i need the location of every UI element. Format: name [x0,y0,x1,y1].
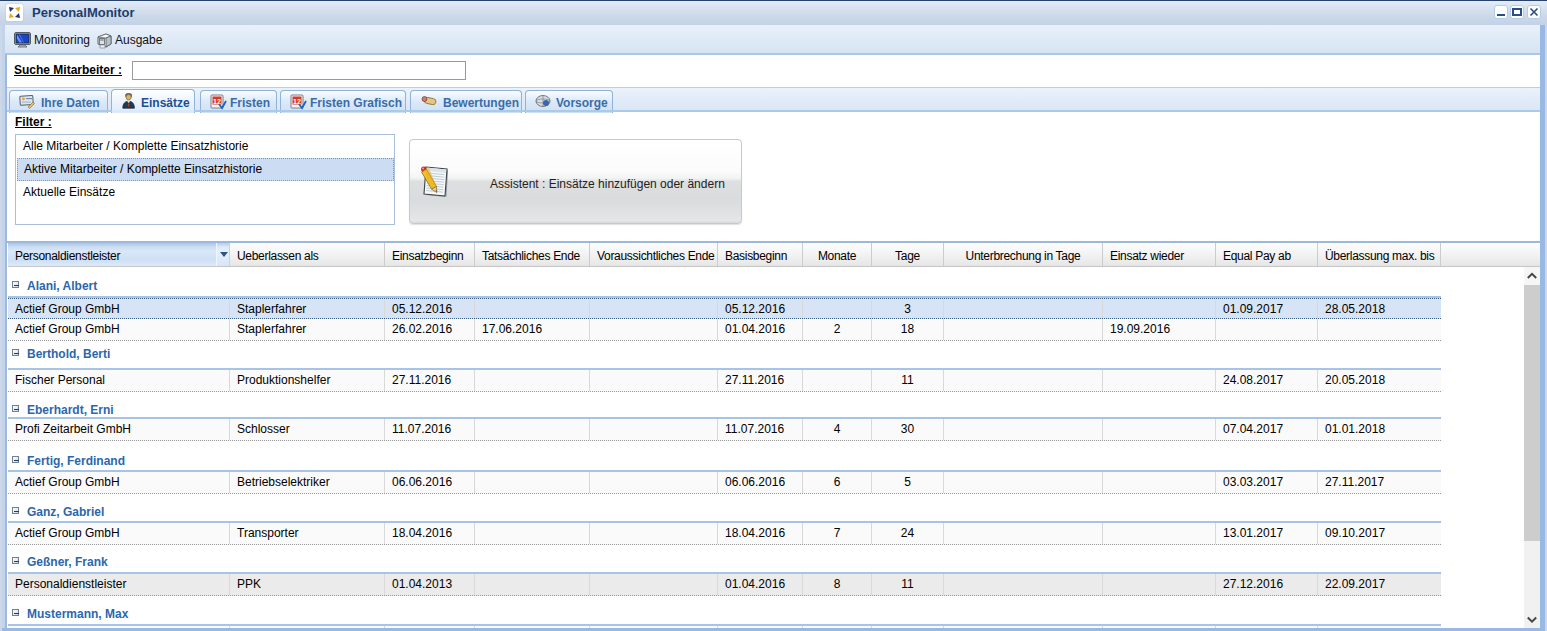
svg-text:12: 12 [293,98,301,105]
svg-text:12: 12 [213,98,221,105]
